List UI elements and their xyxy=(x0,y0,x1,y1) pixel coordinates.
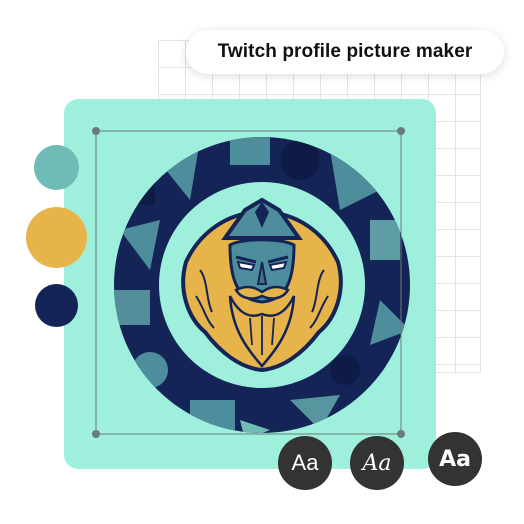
resize-handle-top-right xyxy=(397,127,405,135)
font-style-script-button[interactable]: Aa xyxy=(350,436,404,490)
resize-handle-bottom-right xyxy=(397,430,405,438)
resize-handle-top-left xyxy=(92,127,100,135)
font-style-regular-button[interactable]: Aa xyxy=(278,436,332,490)
font-style-bold-button[interactable]: Aa xyxy=(428,432,482,486)
resize-handle-bottom-left xyxy=(92,430,100,438)
